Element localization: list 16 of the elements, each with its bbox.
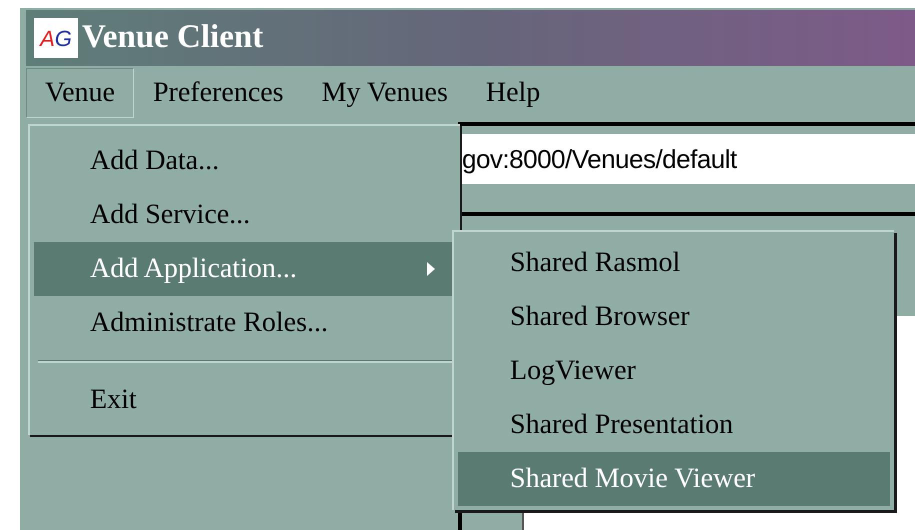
logo-letter: A bbox=[40, 24, 55, 52]
menu-bar-item[interactable]: Venue bbox=[26, 68, 134, 118]
menu-item[interactable]: Administrate Roles... bbox=[34, 296, 456, 350]
menu-bar-item[interactable]: Help bbox=[466, 68, 560, 118]
menu-item[interactable]: Shared Presentation bbox=[458, 398, 890, 452]
menu-item[interactable]: LogViewer bbox=[458, 344, 890, 398]
menu-item[interactable]: Shared Movie Viewer bbox=[458, 452, 890, 506]
menu-bar-item[interactable]: My Venues bbox=[302, 68, 467, 118]
menu-item[interactable]: Exit bbox=[34, 373, 456, 427]
logo-letter: G bbox=[54, 24, 72, 52]
menu-bar-item[interactable]: Preferences bbox=[134, 68, 303, 118]
menu-item[interactable]: Add Data... bbox=[34, 134, 456, 188]
menu-item[interactable]: Shared Rasmol bbox=[458, 236, 890, 290]
menu-item[interactable]: Add Service... bbox=[34, 188, 456, 242]
window-title: Venue Client bbox=[82, 18, 264, 58]
menu-item[interactable]: Shared Browser bbox=[458, 290, 890, 344]
